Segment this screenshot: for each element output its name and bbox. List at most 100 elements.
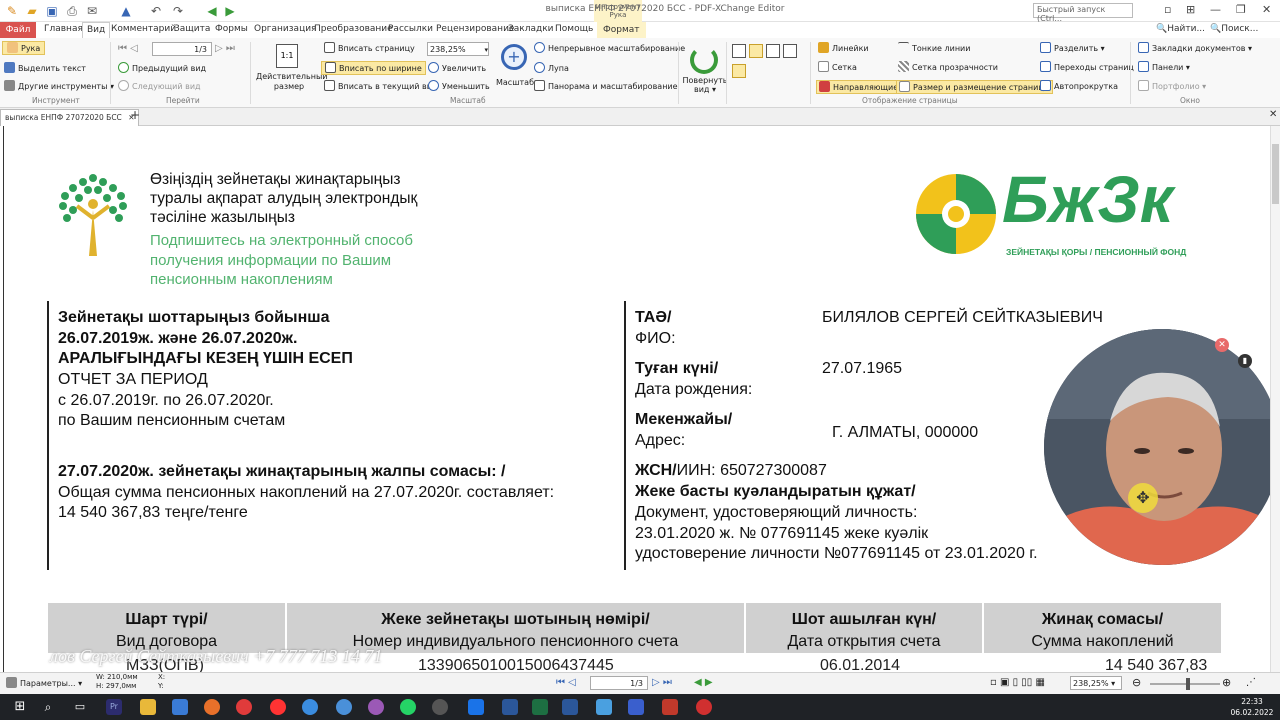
bookmarks-panel-button[interactable]: Закладки документов ▾ (1138, 42, 1252, 56)
viber-icon[interactable] (368, 699, 384, 715)
guides-button[interactable]: Направляющие (816, 80, 902, 94)
fit-page-button[interactable]: Вписать страницу (324, 42, 415, 56)
close-document-icon[interactable]: ✕ (1269, 109, 1277, 120)
opera-icon[interactable] (236, 699, 252, 715)
status-next-last-icon[interactable]: ▷ ⏭ (652, 676, 672, 690)
quick-search-input[interactable]: Быстрый запуск (Ctrl... (1033, 3, 1133, 23)
status-more-icon[interactable]: ⋰ (1246, 676, 1256, 690)
two-page-icon[interactable] (766, 44, 780, 58)
grid-button[interactable]: Сетка (818, 61, 857, 75)
hand-tool-button[interactable]: Рука (2, 41, 46, 55)
loupe-button[interactable]: Лупа (534, 62, 569, 76)
word-icon[interactable] (562, 699, 578, 715)
taskbar-search-icon[interactable]: ⌕ (40, 699, 56, 715)
menu-protect[interactable]: Защита (174, 24, 210, 34)
continuous-page-icon[interactable] (749, 44, 763, 58)
app-icon[interactable] (468, 699, 484, 715)
menu-view[interactable]: Вид (82, 22, 111, 38)
obs-icon[interactable] (432, 699, 448, 715)
windows-start-icon[interactable]: ⊞ (12, 699, 28, 715)
menu-comment[interactable]: Комментарий (111, 24, 176, 34)
page-size-button[interactable]: Размер и размещение страницы (896, 80, 1054, 94)
menu-format[interactable]: Формат (597, 22, 646, 38)
transparency-grid-button[interactable]: Сетка прозрачности (898, 61, 998, 75)
system-clock[interactable]: 22:33 06.02.2022 (1230, 696, 1274, 718)
first-page-icon[interactable]: ⏮ ◁ (118, 42, 138, 56)
split-button[interactable]: Разделить ▾ (1040, 42, 1105, 56)
pdf-xchange-icon[interactable] (662, 699, 678, 715)
panels-button[interactable]: Панели ▾ (1138, 61, 1190, 75)
two-page-scroll-icon[interactable] (783, 44, 797, 58)
status-zoom-out-icon[interactable]: ⊖ (1132, 676, 1141, 690)
rotate-view-button[interactable]: Повернуть вид ▾ (682, 76, 728, 96)
outlook-icon[interactable] (502, 699, 518, 715)
zoom-slider-thumb[interactable] (1186, 678, 1190, 690)
menu-file[interactable]: Файл (0, 22, 36, 38)
page-transitions-button[interactable]: Переходы страниц (1040, 61, 1134, 75)
zoom-out-button[interactable]: Уменьшить (428, 80, 490, 94)
cover-page-icon[interactable] (732, 64, 746, 78)
zoom-field[interactable]: 238,25% ▾ (427, 42, 489, 56)
thin-lines-button[interactable]: Тонкие линии (898, 42, 970, 56)
status-first-prev-icon[interactable]: ⏮ ◁ (556, 676, 576, 690)
actual-size-button[interactable]: Действительный размер (256, 72, 328, 94)
prev-view-button[interactable]: Предыдущий вид (118, 62, 206, 76)
status-zoom-field[interactable]: 238,25% ▾ (1070, 676, 1122, 690)
find-button[interactable]: 🔍Найти... (1156, 24, 1205, 34)
move-handle-icon[interactable]: ✥ (1128, 483, 1158, 513)
rulers-button[interactable]: Линейки (818, 42, 869, 56)
autoscroll-button[interactable]: Автопрокрутка (1040, 80, 1118, 94)
select-text-button[interactable]: Выделить текст (4, 62, 86, 76)
params-button[interactable]: Параметры... ▾ (6, 677, 82, 691)
close-button[interactable]: ✕ (1262, 3, 1271, 16)
continuous-zoom-button[interactable]: Непрерывное масштабирование (534, 42, 685, 56)
chrome-icon[interactable] (336, 699, 352, 715)
search-button[interactable]: 🔍Поиск... (1210, 24, 1258, 34)
zoom-in-button[interactable]: Увеличить (428, 62, 486, 76)
calendar-icon[interactable] (628, 699, 644, 715)
document-page[interactable]: Өзіңіздің зейнетақы жинақтарыңыз туралы … (0, 126, 1280, 672)
vertical-scrollbar[interactable] (1270, 126, 1280, 672)
excel-icon[interactable] (532, 699, 548, 715)
task-view-icon[interactable]: ▭ (72, 699, 88, 715)
menu-bookmarks[interactable]: Закладки (508, 24, 554, 34)
last-page-icon[interactable]: ▷ ⏭ (215, 42, 235, 56)
scrollbar-thumb[interactable] (1272, 144, 1279, 204)
other-tools-button[interactable]: Другие инструменты ▾ (4, 80, 114, 94)
fit-visible-button[interactable]: Вписать в текущий вид (324, 80, 437, 94)
menu-review[interactable]: Рецензирование (436, 24, 514, 34)
menu-home[interactable]: Главная (44, 24, 83, 34)
minimize-button[interactable]: — (1210, 3, 1221, 16)
single-page-icon[interactable] (732, 44, 746, 58)
page-number-field[interactable]: 1/3 (152, 42, 212, 56)
menu-convert[interactable]: Преобразование (314, 24, 393, 34)
whatsapp-icon[interactable] (400, 699, 416, 715)
menu-mailings[interactable]: Рассылки (388, 24, 433, 34)
yandex-icon[interactable] (270, 699, 286, 715)
webcam-settings-icon[interactable]: ▮ (1238, 354, 1252, 368)
status-back-forward-icon[interactable]: ◀ ▶ (694, 676, 713, 690)
file-explorer-icon[interactable] (140, 699, 156, 715)
ribbon-collapse-icon[interactable]: ▫ (1164, 3, 1171, 16)
webcam-close-icon[interactable]: ✕ (1215, 338, 1229, 352)
document-tab[interactable]: выписка ЕНПФ 27072020 БСС ✕ (0, 109, 140, 126)
firefox-icon[interactable] (204, 699, 220, 715)
recorder-icon[interactable] (696, 699, 712, 715)
maximize-button[interactable]: ❐ (1236, 3, 1246, 16)
grid-icon[interactable]: ⊞ (1186, 3, 1195, 16)
pan-zoom-button[interactable]: Панорама и масштабирование (534, 80, 678, 94)
menu-forms[interactable]: Формы (215, 24, 248, 34)
store-icon[interactable] (172, 699, 188, 715)
photos-icon[interactable] (596, 699, 612, 715)
menu-organize[interactable]: Организация (254, 24, 316, 34)
premiere-icon[interactable]: Pr (106, 699, 122, 715)
chrome-like-icon[interactable] (302, 699, 318, 715)
status-zoom-in-icon[interactable]: ⊕ (1222, 676, 1231, 690)
status-layout-icons[interactable]: ▫ ▣ ▯ ▯▯ ▦ (990, 676, 1045, 690)
menu-help[interactable]: Помощь (555, 24, 593, 34)
zoom-slider[interactable] (1150, 683, 1220, 685)
next-view-button[interactable]: Следующий вид (118, 80, 201, 94)
fit-width-button[interactable]: Вписать по ширине (321, 61, 426, 75)
new-tab-icon[interactable]: + (130, 108, 140, 122)
portfolio-button[interactable]: Портфолио ▾ (1138, 80, 1206, 94)
